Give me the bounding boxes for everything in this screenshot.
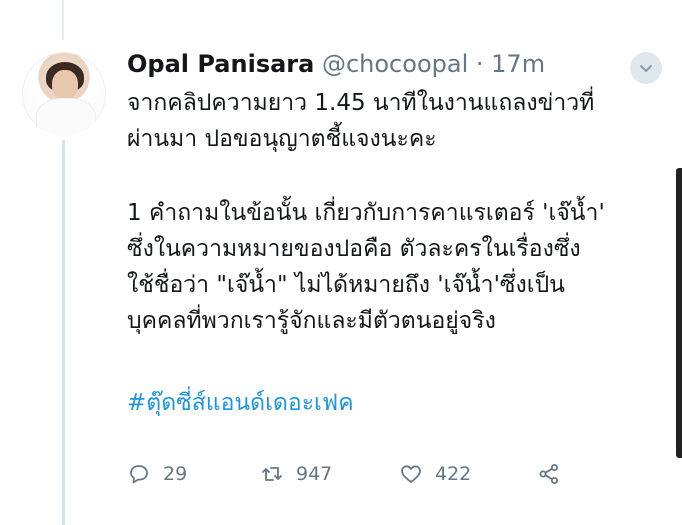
reply-button[interactable]: 29 xyxy=(127,458,187,490)
avatar-body xyxy=(36,98,96,136)
retweet-count: 947 xyxy=(296,463,333,485)
avatar[interactable] xyxy=(22,52,106,136)
chevron-down-icon xyxy=(640,65,652,72)
tweet-text-line: ผ่านมา ปอขอนุญาตชี้แจงนะคะ xyxy=(127,126,437,152)
tweet-text-line: ซึ่งในความหมายของปอคือ ตัวละครในเรื่องซึ… xyxy=(127,236,581,262)
tweet-actions: 29 947 422 xyxy=(127,458,627,490)
scrollbar[interactable] xyxy=(676,168,682,458)
tweet-time[interactable]: 17m xyxy=(491,50,545,78)
retweet-button[interactable]: 947 xyxy=(260,458,332,490)
avatar-face xyxy=(52,70,78,100)
tweet-text-line: จากคลิปความยาว 1.45 นาทีในงานแถลงข่าวที่ xyxy=(127,90,595,116)
reply-count: 29 xyxy=(163,463,188,485)
author-handle[interactable]: @chocoopal xyxy=(322,50,468,78)
retweet-icon xyxy=(262,467,282,481)
share-icon xyxy=(539,464,558,484)
hashtag-link[interactable]: #ตุ๊ดซี่ส์แอนด์เดอะเฟค xyxy=(127,388,354,418)
tweet-header: Opal Panisara @chocoopal · 17m xyxy=(127,48,545,80)
thread-line-top xyxy=(62,0,64,40)
tweet-text-line: บุคคลที่พวกเรารู้จักและมีตัวตนอยู่จริง xyxy=(127,308,496,334)
tweet-menu-button[interactable] xyxy=(630,52,662,84)
author-name[interactable]: Opal Panisara xyxy=(127,50,314,78)
reply-icon xyxy=(130,465,148,484)
heart-icon xyxy=(401,465,421,483)
tweet-page: Opal Panisara @chocoopal · 17m จากคลิปคว… xyxy=(0,0,682,525)
like-button[interactable]: 422 xyxy=(399,458,471,490)
separator-dot: · xyxy=(475,50,484,78)
share-button[interactable] xyxy=(537,458,573,490)
thread-line xyxy=(62,140,65,525)
tweet-text-line: 1 คำถามในข้อนั้น เกี่ยวกับการคาแรเตอร์ '… xyxy=(127,200,605,226)
like-count: 422 xyxy=(435,463,472,485)
tweet-text-line: ใช้ชื่อว่า "เจ๊น้ำ" ไม่ได้หมายถึง 'เจ๊น้… xyxy=(127,272,565,298)
